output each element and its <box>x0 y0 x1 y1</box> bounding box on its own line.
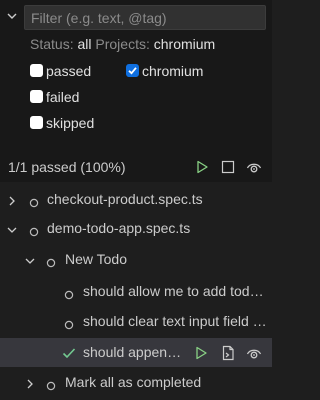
test-summary: 1/1 passed (100%) <box>8 159 126 175</box>
chevron-down-icon[interactable] <box>24 254 36 266</box>
chevron-right-icon[interactable] <box>24 377 36 389</box>
chevron-down-icon[interactable] <box>5 9 19 23</box>
not-run-circle-icon <box>46 378 56 391</box>
filter-row <box>0 5 272 30</box>
not-run-circle-icon <box>29 224 39 237</box>
checkbox-chromium-box[interactable] <box>126 64 139 77</box>
passed-check-icon <box>62 346 76 360</box>
not-run-circle-icon <box>64 317 74 330</box>
tree-item-mark-all-completed[interactable]: Mark all as completed <box>0 370 272 396</box>
tree-item-label: should append new items to the bottom of… <box>83 344 186 360</box>
status-line: Status: all Projects: chromium <box>30 36 215 52</box>
projects-label: Projects: <box>95 36 150 52</box>
checkbox-passed-box[interactable] <box>30 64 43 77</box>
filter-input[interactable] <box>24 5 266 30</box>
tree-item-label: Mark all as completed <box>65 374 202 390</box>
go-to-file-icon[interactable] <box>220 345 236 361</box>
tree-item-checkout-product-spec[interactable]: checkout-product.spec.ts <box>0 187 272 213</box>
tree-item-test-append-items[interactable]: should append new items to the bottom of… <box>0 338 272 367</box>
not-run-circle-icon <box>46 255 56 268</box>
tree-item-label: New Todo <box>65 251 128 267</box>
checkbox-skipped-label: skipped <box>46 115 95 131</box>
tree-item-label: should allow me to add todo items <box>83 283 268 299</box>
tree-item-test-add-todo[interactable]: should allow me to add todo items <box>0 279 272 305</box>
tree-item-label: demo-todo-app.spec.ts <box>47 220 191 236</box>
watch-icon[interactable] <box>246 159 262 175</box>
filter-panel: Status: all Projects: chromium passed ch… <box>0 0 272 182</box>
checkbox-failed-label: failed <box>46 89 80 105</box>
run-icon[interactable] <box>194 159 210 175</box>
tree-item-label: should clear text input field when an it… <box>83 313 268 329</box>
not-run-circle-icon <box>64 287 74 300</box>
run-icon[interactable] <box>193 345 209 361</box>
checkmark-icon <box>128 67 137 75</box>
checkbox-skipped-box[interactable] <box>30 116 43 129</box>
projects-value[interactable]: chromium <box>154 36 215 52</box>
not-run-circle-icon <box>29 195 39 208</box>
tree-item-label: checkout-product.spec.ts <box>47 191 203 207</box>
status-label: Status: <box>30 36 74 52</box>
checkbox-chromium-label: chromium <box>142 63 204 79</box>
stop-icon[interactable] <box>220 159 236 175</box>
tree-item-demo-todo-app-spec[interactable]: demo-todo-app.spec.ts <box>0 216 272 242</box>
chevron-down-icon[interactable] <box>6 223 18 235</box>
chevron-right-icon[interactable] <box>6 194 18 206</box>
checkbox-failed-box[interactable] <box>30 90 43 103</box>
status-value[interactable]: all <box>77 36 91 52</box>
tree-item-test-clear-input[interactable]: should clear text input field when an it… <box>0 309 272 335</box>
tree-item-new-todo[interactable]: New Todo <box>0 247 272 273</box>
watch-icon[interactable] <box>246 345 262 361</box>
checkbox-passed-label: passed <box>46 63 92 79</box>
